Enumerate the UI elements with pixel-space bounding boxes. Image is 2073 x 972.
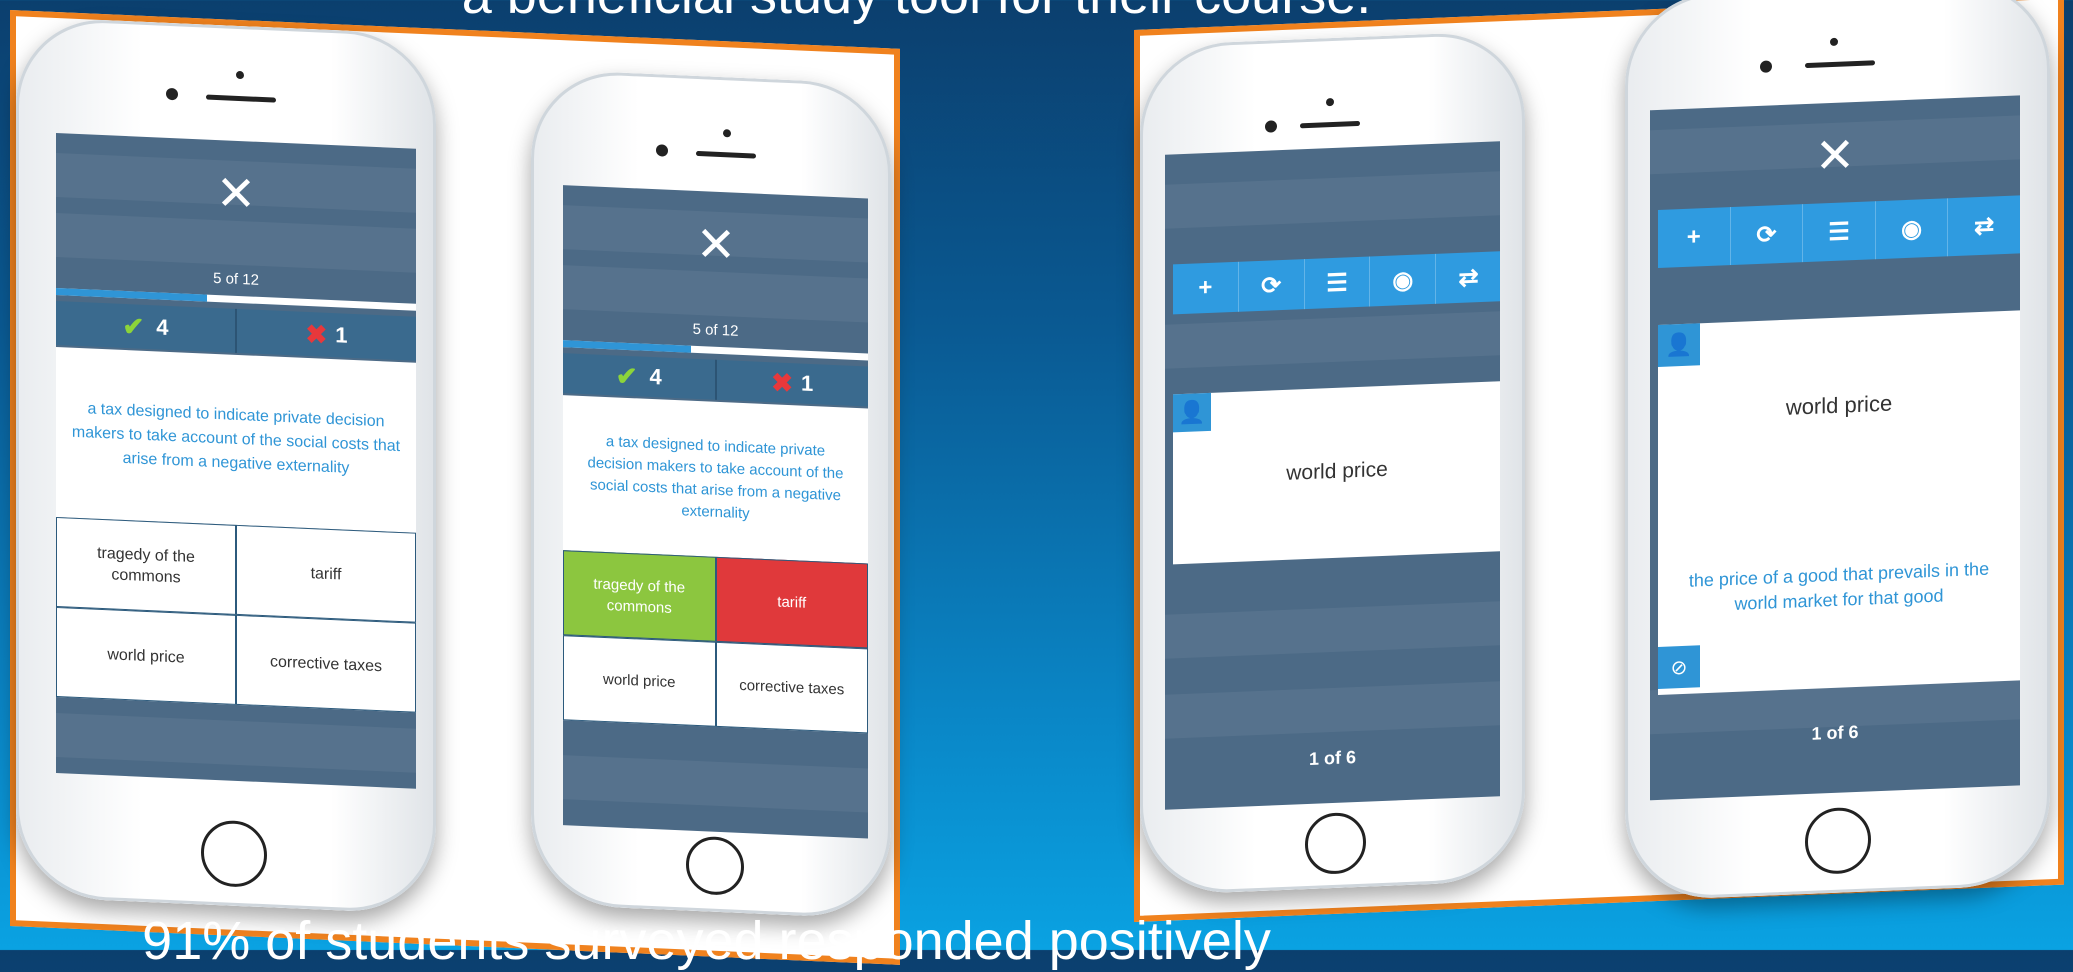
wrong-score: ✖ 1 — [305, 318, 348, 350]
phone-screen: ✕ + ⟳ ☰ ◉ ⇄ 👤 world price the price of a… — [1650, 95, 2020, 801]
correct-score: ✔ 4 — [56, 301, 237, 353]
cross-icon: ✖ — [305, 318, 328, 350]
home-button[interactable] — [201, 819, 267, 889]
shuffle-icon[interactable]: ⇄ — [1948, 195, 2020, 256]
answer-option-correct[interactable]: tragedy of the commons — [563, 550, 716, 642]
flashcard-toolbar: + ⟳ ☰ ◉ ⇄ — [1658, 195, 2020, 268]
home-button[interactable] — [1805, 806, 1871, 876]
plus-icon[interactable]: + — [1658, 207, 1731, 268]
eye-icon[interactable]: ◉ — [1370, 253, 1437, 307]
check-icon: ✔ — [615, 359, 638, 391]
refresh-icon[interactable]: ⟳ — [1238, 259, 1305, 312]
phone-screen: ✕ 5 of 12 ✔ 4 ✖ 1 a tax designed to indica… — [563, 185, 868, 839]
flashcard-panel: + ⟳ ☰ ◉ ⇄ 👤 world price 1 of 6 ✕ + ⟳ ☰ ◉… — [1134, 0, 2064, 923]
flashcard-term: world price — [1286, 457, 1388, 485]
card-pager: 1 of 6 — [1308, 747, 1356, 769]
sensor-icon — [1830, 37, 1838, 47]
phone-flashcard-1: + ⟳ ☰ ◉ ⇄ 👤 world price 1 of 6 — [1140, 30, 1525, 896]
correct-score: ✔ 4 — [563, 353, 717, 400]
flashcard-flipped[interactable]: 👤 world price the price of a good that p… — [1658, 310, 2020, 695]
sensor-icon — [1326, 97, 1334, 107]
eye-icon[interactable]: ◉ — [1875, 198, 1949, 260]
speaker-icon — [696, 150, 756, 159]
user-icon: 👤 — [1658, 323, 1700, 367]
flashcard[interactable]: 👤 world price — [1173, 381, 1500, 565]
speaker-icon — [206, 94, 276, 103]
wrong-score: ✖ 1 — [771, 366, 814, 398]
home-button[interactable] — [686, 835, 744, 897]
sensor-icon — [236, 70, 244, 80]
flashcard-definition: the price of a good that prevails in the… — [1688, 558, 1990, 614]
camera-icon — [166, 87, 178, 101]
phone-quiz-1: ✕ 5 of 12 ✔ 4 ✖ 1 a tax designed to indica… — [16, 16, 436, 915]
flashcard-term: world price — [1785, 390, 1893, 420]
phone-screen: + ⟳ ☰ ◉ ⇄ 👤 world price 1 of 6 — [1165, 141, 1500, 810]
answer-option[interactable]: corrective taxes — [236, 614, 416, 713]
camera-icon — [1760, 60, 1772, 73]
answer-option[interactable]: tragedy of the commons — [56, 517, 236, 615]
phone-quiz-2: ✕ 5 of 12 ✔ 4 ✖ 1 a tax designed to indica… — [531, 68, 891, 920]
checklist-icon[interactable]: ☰ — [1803, 201, 1876, 263]
refresh-icon[interactable]: ⟳ — [1730, 204, 1804, 266]
cross-icon: ✖ — [771, 366, 794, 398]
check-icon: ✔ — [122, 310, 145, 342]
speaker-icon — [1805, 60, 1875, 69]
hide-icon[interactable]: ⊘ — [1658, 645, 1700, 689]
flashcard-toolbar: + ⟳ ☰ ◉ ⇄ — [1173, 251, 1500, 315]
answer-grid: tragedy of the commons tariff world pric… — [563, 550, 868, 734]
user-icon: 👤 — [1173, 392, 1211, 433]
question-text: a tax designed to indicate private decis… — [563, 395, 868, 564]
close-icon[interactable]: ✕ — [691, 218, 741, 273]
close-icon[interactable]: ✕ — [211, 167, 261, 222]
answer-option[interactable]: corrective taxes — [715, 641, 868, 734]
answer-option[interactable]: world price — [563, 635, 716, 727]
plus-icon[interactable]: + — [1173, 261, 1239, 315]
sensor-icon — [723, 129, 731, 138]
home-button[interactable] — [1305, 811, 1366, 876]
quiz-panel: ✕ 5 of 12 ✔ 4 ✖ 1 a tax designed to indica… — [10, 10, 900, 965]
answer-option[interactable]: tariff — [236, 524, 416, 623]
answer-grid: tragedy of the commons tariff world pric… — [56, 517, 416, 713]
caption-bottom: 91% of students surveyed responded posit… — [142, 911, 1271, 971]
phone-flashcard-2: ✕ + ⟳ ☰ ◉ ⇄ 👤 world price the price of a… — [1625, 0, 2050, 902]
camera-icon — [1265, 120, 1277, 133]
answer-option[interactable]: world price — [56, 607, 236, 705]
camera-icon — [656, 144, 668, 157]
close-icon[interactable]: ✕ — [1810, 129, 1860, 184]
question-text: a tax designed to indicate private decis… — [56, 347, 416, 533]
answer-option-wrong[interactable]: tariff — [715, 556, 868, 649]
speaker-icon — [1300, 120, 1360, 129]
shuffle-icon[interactable]: ⇄ — [1436, 251, 1500, 304]
phone-screen: ✕ 5 of 12 ✔ 4 ✖ 1 a tax designed to indica… — [56, 133, 416, 789]
checklist-icon[interactable]: ☰ — [1304, 256, 1371, 310]
